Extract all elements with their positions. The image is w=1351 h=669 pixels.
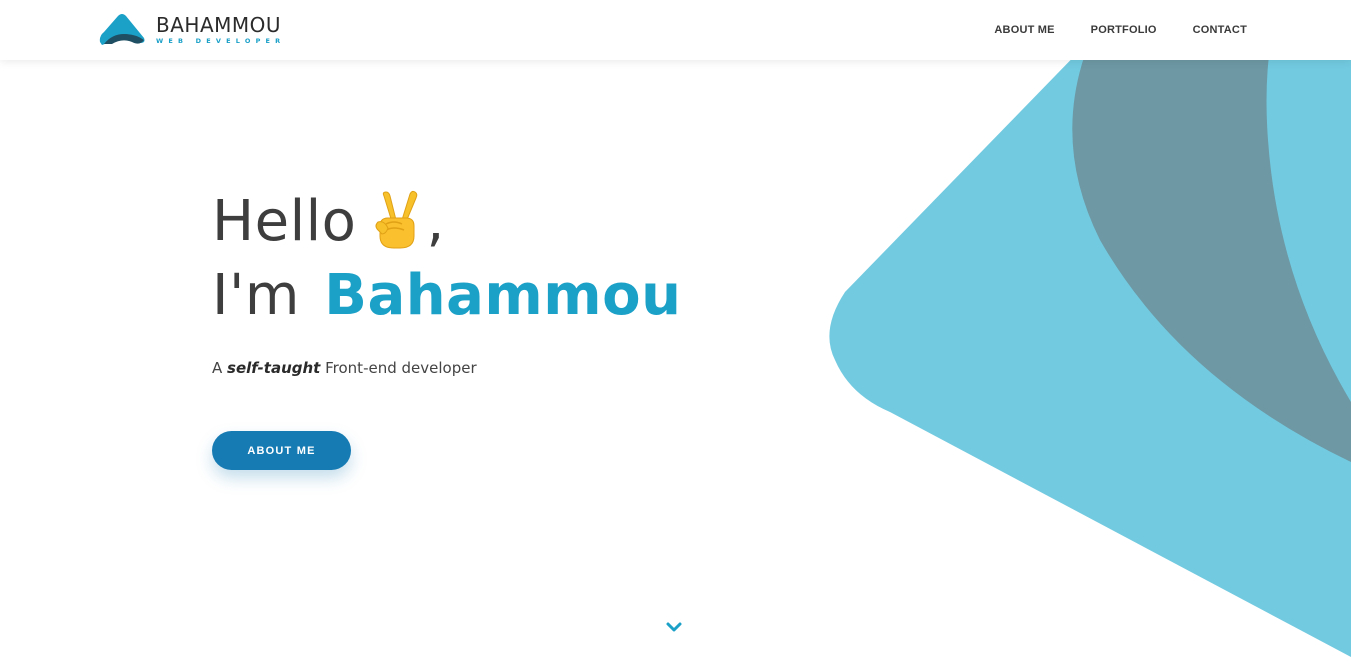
logo-tagline: WEB DEVELOPER (156, 37, 286, 46)
chevron-down-icon[interactable] (664, 620, 684, 634)
intro-prefix: I'm (212, 263, 300, 328)
logo-name: BAHAMMOU (156, 13, 282, 38)
victory-hand-icon (375, 190, 418, 249)
subtitle-prefix: A (212, 359, 223, 377)
greeting-punct: , (426, 189, 445, 254)
nav-contact[interactable]: CONTACT (1193, 24, 1247, 36)
hero-subtitle: A self-taught Front-end developer (212, 359, 681, 377)
subtitle-emphasis: self-taught (227, 359, 321, 377)
page: BAHAMMOU WEB DEVELOPER ABOUT ME PORTFOLI… (0, 0, 1351, 669)
site-header: BAHAMMOU WEB DEVELOPER ABOUT ME PORTFOLI… (0, 0, 1351, 60)
hero-intro: I'm Bahammou (212, 259, 681, 333)
hero-section: Hello , I'm Bahammou A self-taught Front… (212, 185, 681, 377)
subtitle-suffix: Front-end developer (325, 359, 477, 377)
logo[interactable]: BAHAMMOU WEB DEVELOPER (98, 12, 285, 48)
nav-about-me[interactable]: ABOUT ME (994, 24, 1054, 36)
greeting-text: Hello (212, 189, 357, 254)
about-me-button[interactable]: ABOUT ME (212, 431, 351, 470)
hero-greeting: Hello , (212, 185, 681, 259)
main-nav: ABOUT ME PORTFOLIO CONTACT (958, 0, 1247, 60)
logo-mark-icon (99, 14, 145, 45)
nav-portfolio[interactable]: PORTFOLIO (1091, 24, 1157, 36)
hero-name: Bahammou (324, 263, 682, 328)
